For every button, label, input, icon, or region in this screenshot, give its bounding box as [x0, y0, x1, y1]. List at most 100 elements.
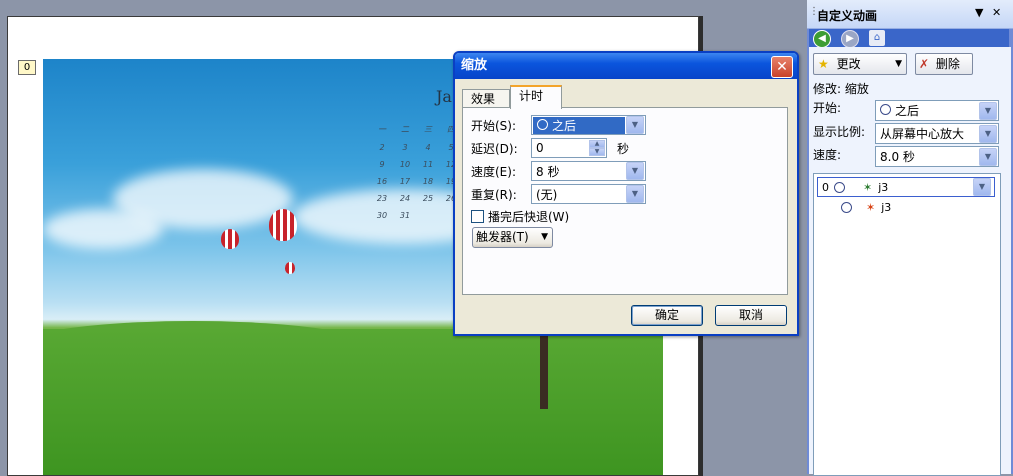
chevron-up-icon[interactable]: ▲	[589, 140, 605, 148]
delay-label: 延迟(D):	[471, 141, 518, 156]
close-icon[interactable]: ✕	[992, 6, 1001, 19]
calendar-day: 4	[425, 143, 431, 152]
close-icon[interactable]: ✕	[771, 56, 793, 78]
start-select[interactable]: 之后 ▼	[531, 115, 646, 135]
clock-icon	[841, 201, 852, 213]
pane-nav-bar: ◀ ▶ ⌂	[809, 29, 1009, 48]
calendar-day: 31	[399, 211, 411, 220]
repeat-select[interactable]: (无) ▼	[531, 184, 646, 204]
chevron-down-icon[interactable]: ▼	[979, 101, 997, 120]
calendar-day: 18	[422, 177, 434, 186]
back-icon[interactable]: ◀	[813, 30, 831, 48]
chevron-down-icon[interactable]: ▼	[979, 124, 997, 143]
forward-icon[interactable]: ▶	[841, 30, 859, 48]
pane-speed-label: 速度:	[813, 148, 842, 162]
pane-start-value: 之后	[895, 104, 920, 118]
calendar-day: 24	[399, 194, 411, 203]
pane-start-label: 开始:	[813, 101, 842, 115]
speed-row: 速度(E): 8 秒 ▼	[471, 161, 646, 181]
calendar-day: 11	[422, 160, 434, 169]
calendar-day: 16	[376, 177, 388, 186]
pane-header: ⋮ 自定义动画 ▼ ✕	[807, 0, 1013, 29]
change-label: 更改	[836, 57, 861, 71]
chevron-down-icon[interactable]: ▼	[626, 185, 644, 203]
home-icon[interactable]: ⌂	[869, 30, 885, 46]
animation-order-tag[interactable]: 0	[18, 60, 36, 75]
list-item-name: j3	[881, 200, 892, 214]
stepper-arrows[interactable]: ▲ ▼	[589, 140, 605, 156]
hot-air-balloon	[269, 209, 297, 241]
chevron-down-icon[interactable]: ▼	[973, 178, 991, 196]
delay-stepper[interactable]: 0 ▲ ▼	[531, 138, 607, 158]
dialog-title: 缩放	[461, 58, 488, 73]
chevron-down-icon[interactable]: ▼	[979, 147, 997, 166]
list-item[interactable]: 0 ✶ j3 ▼	[817, 177, 995, 197]
effect-star-icon: ✶	[866, 200, 876, 214]
modify-label: 修改: 缩放	[813, 82, 869, 96]
delay-row: 延迟(D): 0 ▲ ▼ 秒	[471, 138, 629, 158]
custom-animation-pane: ⋮ 自定义动画 ▼ ✕ ◀ ▶ ⌂ ★ 更改 ▼ ✗ 删除 修改: 缩放 开始:…	[807, 0, 1013, 476]
repeat-value: (无)	[536, 187, 558, 202]
scale-label: 显示比例:	[813, 125, 866, 139]
clock-icon	[537, 118, 548, 130]
cancel-button[interactable]: 取消	[715, 305, 787, 326]
hot-air-balloon	[285, 262, 295, 274]
calendar-day: 10	[399, 160, 411, 169]
repeat-label: 重复(R):	[471, 187, 517, 202]
pane-title: 自定义动画	[817, 9, 878, 23]
start-label: 开始(S):	[471, 118, 517, 133]
calendar-day: 23	[376, 194, 388, 203]
start-value: 之后	[552, 118, 577, 133]
list-item-name: j3	[878, 180, 889, 194]
chevron-down-icon[interactable]: ▼	[626, 162, 644, 180]
start-row: 开始(S): 之后 ▼	[471, 115, 646, 135]
star-icon: ★	[818, 57, 829, 71]
chevron-down-icon[interactable]: ▼	[626, 116, 644, 134]
calendar-day: 二	[401, 125, 409, 134]
calendar-day: 一	[378, 125, 386, 134]
pane-speed-select[interactable]: 8.0 秒 ▼	[875, 146, 999, 167]
animation-list[interactable]: 0 ✶ j3 ▼ ✶ j3	[813, 173, 1001, 476]
rewind-checkbox[interactable]	[471, 209, 484, 223]
trigger-button[interactable]: 触发器(T) ▼	[472, 227, 553, 248]
calendar-day: 3	[402, 143, 408, 152]
timing-panel: 开始(S): 之后 ▼ 延迟(D): 0 ▲ ▼ 秒 速度(E): 8 秒 ▼ 重…	[462, 107, 788, 295]
scale-select[interactable]: 从屏幕中心放大 ▼	[875, 123, 999, 144]
dropdown-icon[interactable]: ▼	[975, 6, 983, 19]
repeat-row: 重复(R): (无) ▼	[471, 184, 646, 204]
calendar-day: 17	[399, 177, 411, 186]
list-item-index: 0	[822, 180, 829, 194]
chevron-down-icon: ▼	[895, 59, 902, 69]
delete-icon: ✗	[919, 57, 930, 71]
list-item[interactable]: ✶ j3	[817, 198, 993, 216]
pane-start-select[interactable]: 之后 ▼	[875, 100, 999, 121]
calendar-day: 25	[422, 194, 434, 203]
delay-value: 0	[536, 141, 544, 155]
delete-label: 删除	[935, 57, 960, 71]
delay-unit: 秒	[617, 141, 630, 156]
change-button[interactable]: ★ 更改 ▼	[813, 53, 907, 75]
speed-select[interactable]: 8 秒 ▼	[531, 161, 646, 181]
delete-button[interactable]: ✗ 删除	[915, 53, 973, 75]
tab-effect[interactable]: 效果	[462, 89, 510, 108]
calendar-day: 30	[376, 211, 388, 220]
calendar-month: Ja	[436, 87, 452, 106]
clock-icon	[880, 104, 891, 115]
speed-label: 速度(E):	[471, 164, 516, 179]
effect-star-icon: ✶	[863, 180, 873, 194]
calendar-day: 9	[379, 160, 385, 169]
calendar-day: 2	[379, 143, 385, 152]
ok-button[interactable]: 确定	[631, 305, 703, 326]
chevron-down-icon[interactable]: ▼	[589, 148, 605, 156]
zoom-timing-dialog: 缩放 ✕ 效果 计时 开始(S): 之后 ▼ 延迟(D): 0 ▲ ▼ 秒 速度(…	[453, 51, 799, 336]
scale-value: 从屏幕中心放大	[880, 127, 965, 141]
pane-body: ★ 更改 ▼ ✗ 删除 修改: 缩放 开始: 之后 ▼ 显示比例: 从屏幕中心放…	[809, 47, 1011, 476]
trigger-label: 触发器(T)	[476, 230, 529, 244]
rewind-label[interactable]: 播完后快退(W)	[488, 208, 569, 225]
calendar-day	[419, 211, 437, 220]
double-chevron-down-icon: ▼	[541, 232, 548, 242]
speed-value: 8 秒	[536, 164, 560, 179]
grass-field	[43, 329, 663, 475]
tab-timing[interactable]: 计时	[510, 85, 562, 109]
dialog-title-bar[interactable]: 缩放 ✕	[455, 53, 797, 79]
